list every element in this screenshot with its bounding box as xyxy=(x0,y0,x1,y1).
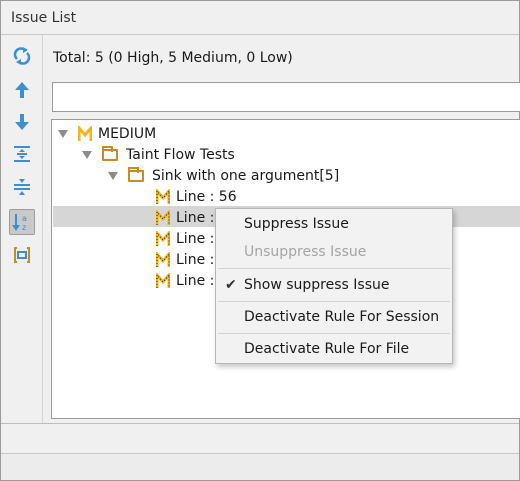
tree-issue-item-selected[interactable]: Line : xyxy=(156,207,214,228)
panel-titlebar: Issue List xyxy=(1,1,519,35)
next-issue-button[interactable] xyxy=(9,109,35,135)
context-menu: Suppress Issue Unsuppress Issue ✔ Show s… xyxy=(215,208,453,364)
tree-node-category[interactable]: Taint Flow Tests xyxy=(82,144,235,165)
expand-arrow-icon[interactable] xyxy=(108,171,118,180)
previous-issue-button[interactable] xyxy=(9,77,35,103)
group-button[interactable] xyxy=(9,242,35,268)
medium-severity-icon xyxy=(156,272,170,288)
panel-title: Issue List xyxy=(11,10,77,26)
group-icon xyxy=(14,247,30,263)
sort-button[interactable]: a z xyxy=(9,209,35,235)
category-label: Taint Flow Tests xyxy=(126,146,235,163)
menu-item-label: Unsuppress Issue xyxy=(244,244,367,260)
menu-item-label: Deactivate Rule For File xyxy=(244,341,410,357)
expand-arrow-icon[interactable] xyxy=(58,129,68,138)
sort-az-icon: a z xyxy=(12,214,27,232)
tree-issue-item[interactable]: Line : 56 xyxy=(156,186,237,207)
tree-node-rule[interactable]: Sink with one argument[5] xyxy=(108,165,339,186)
side-toolbar: a z xyxy=(1,35,43,423)
expand-all-icon xyxy=(14,146,30,162)
menu-item-label: Suppress Issue xyxy=(244,216,349,232)
arrow-down-icon xyxy=(15,114,29,130)
expand-arrow-icon[interactable] xyxy=(82,150,92,159)
expand-all-button[interactable] xyxy=(9,141,35,167)
refresh-icon xyxy=(13,47,31,65)
tree-issue-item[interactable]: Line : xyxy=(156,228,214,249)
severity-label: MEDIUM xyxy=(98,125,157,142)
tree-issue-item[interactable]: Line : xyxy=(156,270,214,291)
medium-severity-icon xyxy=(78,125,92,141)
check-icon: ✔ xyxy=(225,277,237,293)
menu-item-label: Show suppress Issue xyxy=(244,277,390,293)
tree-node-severity[interactable]: MEDIUM xyxy=(58,123,156,144)
medium-severity-icon xyxy=(156,188,170,204)
svg-text:a: a xyxy=(22,214,27,223)
refresh-button[interactable] xyxy=(9,43,35,69)
collapse-all-icon xyxy=(14,179,30,195)
collapse-all-button[interactable] xyxy=(9,173,35,199)
bottom-bar xyxy=(1,453,519,480)
medium-severity-icon xyxy=(156,230,170,246)
issue-line-label: Line : xyxy=(176,209,215,226)
issue-line-label: Line : xyxy=(176,230,215,247)
menu-item-unsuppress-issue[interactable]: Unsuppress Issue xyxy=(216,237,452,267)
issue-line-label: Line : xyxy=(176,251,215,268)
menu-item-label: Deactivate Rule For Session xyxy=(244,309,440,325)
rule-label: Sink with one argument[5] xyxy=(152,167,340,184)
svg-text:z: z xyxy=(22,223,26,232)
menu-item-suppress-issue[interactable]: Suppress Issue xyxy=(216,209,452,239)
issue-line-label: Line : xyxy=(176,272,215,289)
folder-icon xyxy=(128,166,144,182)
search-input[interactable] xyxy=(52,82,520,112)
status-area xyxy=(1,423,519,453)
menu-separator xyxy=(218,268,450,269)
menu-item-deactivate-rule-session[interactable]: Deactivate Rule For Session xyxy=(216,302,452,332)
tree-issue-item[interactable]: Line : xyxy=(156,249,214,270)
medium-severity-icon xyxy=(156,251,170,267)
issue-total-summary: Total: 5 (0 High, 5 Medium, 0 Low) xyxy=(53,50,293,66)
menu-item-show-suppress-issue[interactable]: ✔ Show suppress Issue xyxy=(216,270,452,300)
menu-item-deactivate-rule-file[interactable]: Deactivate Rule For File xyxy=(216,334,452,364)
arrow-up-icon xyxy=(15,82,29,98)
medium-severity-icon xyxy=(156,209,170,225)
folder-icon xyxy=(102,145,118,161)
issue-line-label: Line : 56 xyxy=(176,188,237,205)
